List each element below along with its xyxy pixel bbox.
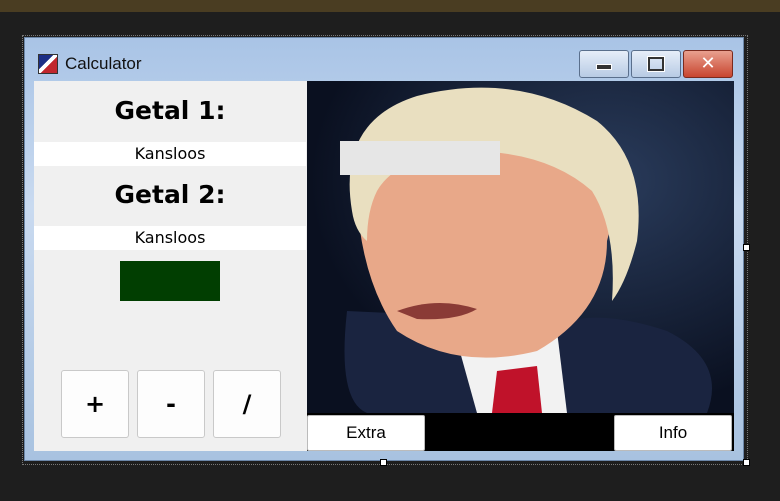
- label-getal-2: Getal 2:: [114, 180, 226, 209]
- resize-handle-right[interactable]: [743, 244, 750, 251]
- close-icon: ✕: [700, 53, 716, 74]
- input-getal-1[interactable]: Kansloos: [34, 142, 306, 166]
- background-window-strip: [0, 0, 780, 12]
- portrait-picture: [307, 81, 734, 413]
- divide-button[interactable]: /: [213, 370, 281, 438]
- minimize-icon: [596, 64, 612, 70]
- close-button[interactable]: ✕: [683, 50, 733, 78]
- portrait-illustration: [344, 87, 712, 413]
- input-getal-2[interactable]: Kansloos: [34, 226, 306, 250]
- resize-handle-bottom[interactable]: [380, 459, 387, 466]
- bottom-button-bar: Extra Info: [307, 413, 734, 451]
- minimize-button[interactable]: [579, 50, 629, 78]
- window-title: Calculator: [65, 54, 142, 73]
- form-client-area: Getal 1: Kansloos Getal 2: Kansloos + - …: [34, 81, 734, 451]
- label-getal-1: Getal 1:: [114, 96, 226, 125]
- overlay-textbox[interactable]: [340, 141, 500, 175]
- info-button[interactable]: Info: [614, 415, 732, 451]
- maximize-button[interactable]: [631, 50, 681, 78]
- resize-handle-corner[interactable]: [743, 459, 750, 466]
- app-flag-icon: [38, 54, 58, 74]
- extra-button[interactable]: Extra: [307, 415, 425, 451]
- minus-button[interactable]: -: [137, 370, 205, 438]
- input-panel: Getal 1: Kansloos Getal 2: Kansloos + - …: [34, 81, 306, 451]
- result-panel: [120, 261, 220, 301]
- plus-button[interactable]: +: [61, 370, 129, 438]
- maximize-icon: [648, 57, 664, 71]
